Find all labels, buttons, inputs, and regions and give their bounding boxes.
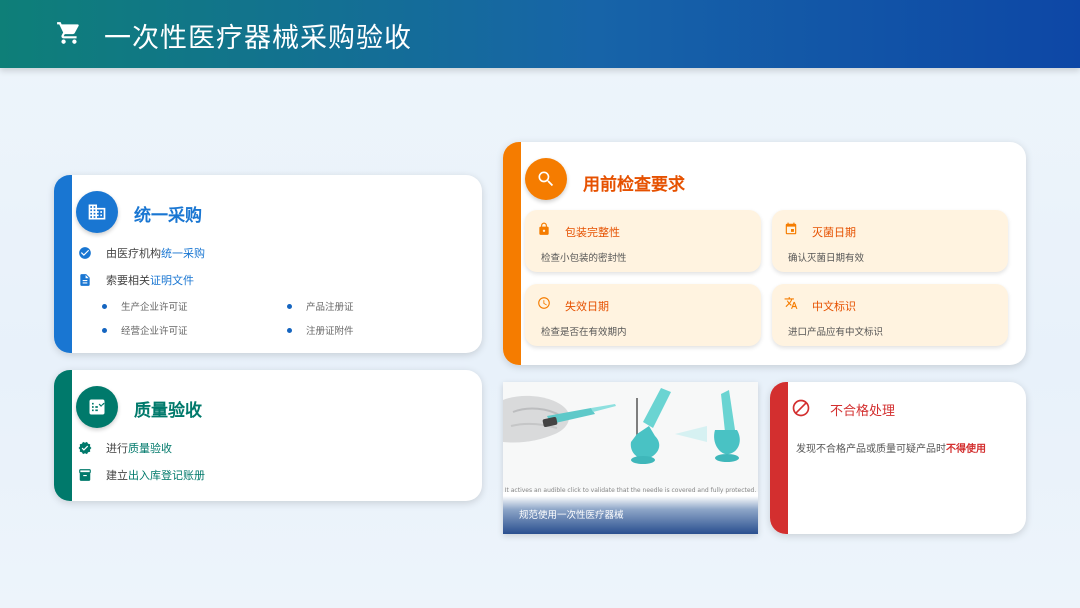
procurement-row-2: 索要相关 证明文件 [78, 272, 194, 288]
card-accent-bar [54, 175, 72, 353]
license-bullet-3: 经营企业许可证 [102, 323, 188, 337]
quality-row-2-highlight: 出入库登记账册 [128, 469, 205, 482]
inspection-item-title: 灭菌日期 [812, 226, 856, 239]
calendar-icon [785, 222, 797, 235]
header-bar: 一次性医疗器械采购验收 [0, 0, 1080, 68]
inspection-item-desc: 检查小包装的密封性 [541, 253, 627, 264]
procurement-title: 统一采购 [134, 206, 202, 226]
inspection-item-chinese-label: 中文标识 进口产品应有中文标识 [772, 284, 1008, 346]
page-title: 一次性医疗器械采购验收 [104, 23, 412, 54]
search-icon-circle [525, 158, 567, 200]
card-accent-bar [54, 370, 72, 501]
nonconforming-card: 不合格处理 发现不合格产品或质量可疑产品时不得使用 [770, 382, 1026, 534]
license-bullet-4: 注册证附件 [287, 323, 354, 337]
bullet-text: 注册证附件 [306, 326, 354, 337]
card-accent-bar [770, 382, 788, 534]
procurement-row-2-highlight: 证明文件 [150, 274, 194, 287]
inspection-item-title: 包装完整性 [565, 226, 620, 239]
bullet-dot [102, 303, 107, 309]
lock-icon [539, 222, 549, 235]
building-icon [88, 204, 106, 220]
procurement-row-1-highlight: 统一采购 [161, 247, 205, 260]
bullet-dot [287, 303, 292, 309]
inspection-item-desc: 进口产品应有中文标识 [788, 327, 884, 338]
inspection-item-expiry: 失效日期 检查是否在有效期内 [525, 284, 761, 346]
bullet-text: 经营企业许可证 [121, 326, 188, 337]
inspection-item-title: 失效日期 [565, 300, 609, 313]
bullet-dot [287, 327, 292, 333]
nonconforming-text-prefix: 发现不合格产品或质量可疑产品时 [796, 444, 946, 455]
inspection-item-desc: 确认灭菌日期有效 [788, 253, 865, 264]
translate-icon [784, 297, 798, 309]
quality-card: 质量验收 进行 质量验收 建立 出入库登记账册 [54, 370, 482, 501]
building-icon-circle [76, 191, 118, 233]
inspection-card: 用前检查要求 包装完整性 检查小包装的密封性 灭菌日期 确认灭菌日期有效 失效日… [503, 142, 1026, 365]
check-circle-icon [79, 247, 91, 259]
inspection-item-packaging: 包装完整性 检查小包装的密封性 [525, 210, 761, 272]
clock-icon [538, 297, 550, 309]
quality-row-1: 进行 质量验收 [78, 440, 172, 456]
photo-fine-print: It actives an audible click to validate … [504, 487, 757, 494]
syringe-illustration [503, 382, 758, 492]
license-bullet-2: 产品注册证 [287, 299, 354, 313]
inspection-item-title: 中文标识 [812, 300, 856, 313]
inspection-title: 用前检查要求 [583, 175, 685, 195]
inspection-item-desc: 检查是否在有效期内 [541, 327, 627, 338]
document-icon [80, 274, 90, 286]
quality-row-1-highlight: 质量验收 [128, 442, 172, 455]
nonconforming-text-highlight: 不得使用 [946, 444, 986, 455]
verified-icon [78, 441, 92, 455]
bullet-text: 产品注册证 [306, 302, 354, 313]
quality-row-1-text: 进行 [106, 442, 128, 455]
quality-row-2-text: 建立 [106, 469, 128, 482]
nonconforming-title: 不合格处理 [830, 404, 896, 419]
quality-row-2: 建立 出入库登记账册 [78, 467, 205, 483]
cart-icon [57, 22, 79, 44]
license-bullet-1: 生产企业许可证 [102, 299, 188, 313]
bullet-text: 生产企业许可证 [121, 302, 188, 313]
photo-caption: 规范使用一次性医疗器械 [519, 510, 624, 521]
search-icon [538, 171, 554, 187]
card-accent-bar [503, 142, 521, 365]
checklist-icon [89, 399, 105, 415]
nonconforming-text: 发现不合格产品或质量可疑产品时不得使用 [796, 440, 986, 455]
checklist-icon-circle [76, 386, 118, 428]
syringe-photo: It actives an audible click to validate … [503, 382, 758, 534]
bullet-dot [102, 327, 107, 333]
block-icon [792, 399, 810, 417]
archive-icon [79, 469, 91, 481]
procurement-row-1-text: 由医疗机构 [106, 247, 161, 260]
procurement-row-1: 由医疗机构 统一采购 [78, 245, 205, 261]
quality-title: 质量验收 [134, 401, 202, 421]
procurement-row-2-text: 索要相关 [106, 274, 150, 287]
inspection-item-sterilization: 灭菌日期 确认灭菌日期有效 [772, 210, 1008, 272]
procurement-card: 统一采购 由医疗机构 统一采购 索要相关 证明文件 生产企业许可证 产品注册证 经营… [54, 175, 482, 353]
